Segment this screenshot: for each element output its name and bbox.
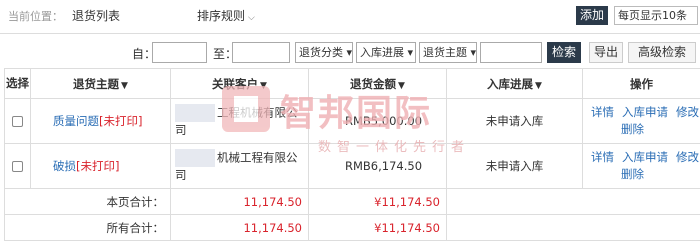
caret-down-icon: ▼ [535,80,542,91]
per-page-select[interactable]: 每页显示10条 [614,6,698,25]
category-select-value: 退货分类 [299,46,343,59]
redacted-block [175,149,215,167]
chevron-down-icon: ⌵ [248,13,255,23]
amount-cell: RMB5,000.00 [308,98,447,144]
edit-link[interactable]: 修改 [676,105,699,119]
page-total-row: 本页合计： 11,174.50 ¥11,174.50 [4,188,700,215]
redacted-block [175,104,215,122]
empty-cell [446,214,700,241]
all-total-value: 11,174.50 [170,214,309,241]
subject-text[interactable]: 破损 [53,159,76,173]
returns-table: 选择 退货主题 ▼ 关联客户 ▼ 退货金额 ▼ 入库进展 ▼ 操作 质量问题[未打印] … [4,68,700,241]
page-total-amount: ¥11,174.50 [308,188,447,215]
edit-link[interactable]: 修改 [676,150,699,164]
header-progress-label: 入库进展 [487,76,534,91]
row-checkbox[interactable] [12,161,23,172]
top-bar: 当前位置： 退货列表 排序规则 ⌵ 添加 每页显示10条 [0,0,700,30]
page-title: 退货列表 [72,9,121,23]
all-total-label: 所有合计： [4,214,171,241]
header-select: 选择 [4,68,31,99]
advanced-search-button[interactable]: 高级检索 [628,42,696,63]
divider [0,33,700,34]
detail-link[interactable]: 详情 [591,105,614,119]
category-select[interactable]: 退货分类 ▾ [295,42,353,63]
breadcrumb-label: 当前位置： [8,10,63,23]
caret-down-icon: ▼ [398,80,405,91]
ops-cell: 详情 入库申请 修改 删除 [582,98,700,144]
header-subject-label: 退货主题 [73,76,120,91]
header-client[interactable]: 关联客户 ▼ [170,68,309,99]
detail-link[interactable]: 详情 [591,150,614,164]
stock-progress-select[interactable]: 入库进展 ▾ [356,42,416,63]
progress-cell: 未申请入库 [446,98,583,144]
header-progress[interactable]: 入库进展 ▼ [446,68,583,99]
amount-cell: RMB6,174.50 [308,143,447,189]
caret-down-icon: ▼ [121,80,128,91]
search-button[interactable]: 检索 [547,42,581,63]
page-total-value: 11,174.50 [170,188,309,215]
header-subject[interactable]: 退货主题 ▼ [30,68,171,99]
print-status-tag: [未打印] [99,114,143,128]
add-button[interactable]: 添加 [576,6,608,25]
export-button[interactable]: 导出 [589,42,623,63]
stock-select-value: 入库进展 [360,46,404,59]
table-row: 质量问题[未打印] 工程机械有限公司 RMB5,000.00 未申请入库 详情入… [4,98,700,144]
row-select-cell [4,143,31,189]
delete-link[interactable]: 删除 [621,122,644,136]
date-to-input[interactable] [232,42,290,63]
keyword-input[interactable] [480,42,542,63]
delete-link[interactable]: 删除 [621,167,644,181]
apply-stock-link[interactable]: 入库申请 [622,150,668,164]
ops-cell: 详情 入库申请 修改 删除 [582,143,700,189]
row-checkbox[interactable] [12,116,23,127]
subject-cell[interactable]: 质量问题[未打印] [30,98,171,144]
progress-cell: 未申请入库 [446,143,583,189]
all-total-amount: ¥11,174.50 [308,214,447,241]
header-amount-label: 退货金额 [350,76,397,91]
apply-stock-link[interactable]: 入库申请 [622,105,668,119]
print-status-tag: [未打印] [76,159,120,173]
client-cell: 机械工程有限公司 [170,143,309,189]
date-from-input[interactable] [152,42,207,63]
sort-rule-dropdown[interactable]: 排序规则 ⌵ [197,7,255,24]
subject-cell[interactable]: 破损[未打印] [30,143,171,189]
header-ops: 操作 [582,68,700,99]
empty-cell [446,188,700,215]
header-client-label: 关联客户 [212,76,259,91]
table-header-row: 选择 退货主题 ▼ 关联客户 ▼ 退货金额 ▼ 入库进展 ▼ 操作 [4,68,700,99]
header-amount[interactable]: 退货金额 ▼ [308,68,447,99]
table-row: 破损[未打印] 机械工程有限公司 RMB6,174.50 未申请入库 详情 入库申… [4,143,700,189]
row-select-cell [4,98,31,144]
subject-text[interactable]: 质量问题 [53,114,99,128]
filter-bar: 自： 至： 退货分类 ▾ 入库进展 ▾ 退货主题 ▾ 检索 导出 高级检索 [0,42,700,64]
caret-down-icon: ▼ [260,80,267,91]
all-total-row: 所有合计： 11,174.50 ¥11,174.50 [4,214,700,241]
page-total-label: 本页合计： [4,188,171,215]
client-cell: 工程机械有限公司 [170,98,309,144]
subject-select-value: 退货主题 [423,46,467,59]
subject-select[interactable]: 退货主题 ▾ [419,42,477,63]
sort-rule-label: 排序规则 [197,9,246,23]
